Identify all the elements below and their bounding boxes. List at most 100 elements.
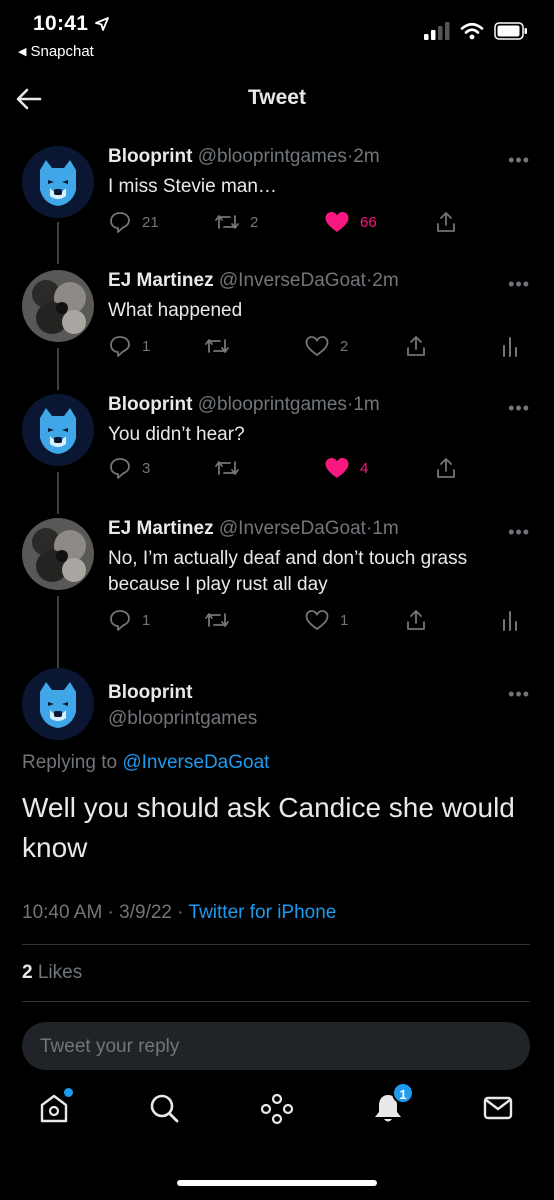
like-button[interactable]: 66	[324, 210, 377, 234]
tweet-text: What happened	[108, 300, 243, 321]
tweet-time: 1m	[353, 394, 380, 415]
status-time: 10:41	[33, 12, 110, 36]
tab-home[interactable]	[36, 1088, 76, 1130]
retweet-button[interactable]: 2	[214, 210, 258, 234]
wifi-icon	[460, 22, 484, 40]
thread-tweet[interactable]: Blooprint @blooprintgames·1m ••• You did…	[0, 394, 554, 494]
display-name[interactable]: EJ Martinez	[108, 270, 214, 291]
analytics-bars-icon	[503, 337, 517, 357]
retweet-button[interactable]	[204, 608, 230, 632]
display-name[interactable]: Blooprint	[108, 394, 192, 415]
avatar[interactable]	[22, 270, 94, 342]
user-handle[interactable]: @blooprintgames	[198, 146, 347, 167]
tweet-byline: Blooprint @blooprintgames·2m	[108, 146, 380, 168]
heart-outline-icon	[305, 610, 329, 631]
more-options-icon[interactable]: •••	[508, 274, 530, 295]
divider	[22, 944, 530, 945]
notification-badge: 1	[392, 1082, 414, 1104]
tweet-byline: Blooprint @blooprintgames·1m	[108, 394, 380, 416]
more-options-icon[interactable]: •••	[508, 684, 530, 705]
tweet-source-link[interactable]: Twitter for iPhone	[189, 902, 337, 923]
more-options-icon[interactable]: •••	[508, 150, 530, 171]
reply-bubble-icon	[110, 336, 130, 357]
retweet-button[interactable]	[214, 456, 240, 480]
main-display-name[interactable]: Blooprint	[108, 682, 192, 704]
retweet-count: 2	[250, 213, 259, 231]
tweet-text: I miss Stevie man…	[108, 176, 277, 197]
home-indicator[interactable]	[177, 1180, 377, 1186]
main-tweet-meta: 10:40 AM · 3/9/22 · Twitter for iPhone	[22, 902, 336, 924]
like-count: 2	[340, 337, 349, 355]
back-to-app-link[interactable]: ◀ Snapchat	[18, 43, 94, 60]
analytics-button[interactable]	[500, 608, 520, 632]
thread-tweet[interactable]: EJ Martinez @InverseDaGoat·2m ••• What h…	[0, 270, 554, 370]
thread-tweet[interactable]: EJ Martinez @InverseDaGoat·1m ••• No, I’…	[0, 518, 554, 638]
share-button[interactable]	[434, 210, 458, 234]
likes-summary[interactable]: 2 Likes	[22, 962, 82, 984]
retweet-button[interactable]	[204, 334, 230, 358]
tweet-time: 2m	[372, 270, 399, 291]
like-button[interactable]: 4	[324, 456, 368, 480]
tweet-actions: 1 1	[108, 608, 528, 636]
share-icon	[437, 458, 455, 478]
avatar[interactable]	[22, 146, 94, 218]
user-handle[interactable]: @InverseDaGoat	[219, 270, 366, 291]
analytics-button[interactable]	[500, 334, 520, 358]
tab-search[interactable]	[146, 1090, 186, 1130]
tweet-reply-input[interactable]: Tweet your reply	[22, 1022, 530, 1070]
like-count: 66	[360, 213, 377, 231]
display-name[interactable]: Blooprint	[108, 146, 192, 167]
tweet-time: 2m	[353, 146, 380, 167]
battery-icon	[494, 22, 527, 40]
like-count: 4	[360, 459, 369, 477]
divider	[22, 1001, 530, 1002]
retweet-icon	[215, 215, 239, 229]
share-button[interactable]	[404, 334, 428, 358]
thread-tweet[interactable]: Blooprint @blooprintgames·2m ••• I miss …	[0, 146, 554, 246]
tab-notifications[interactable]: 1	[370, 1082, 414, 1130]
tweet-actions: 21 2 66	[108, 210, 528, 238]
spaces-icon	[260, 1093, 294, 1125]
replying-mention-link[interactable]: @InverseDaGoat	[122, 752, 269, 773]
user-handle[interactable]: @InverseDaGoat	[219, 518, 366, 539]
retweet-icon	[215, 461, 239, 475]
reply-button[interactable]: 1	[108, 608, 150, 632]
reply-bubble-icon	[110, 458, 130, 479]
tab-spaces[interactable]	[258, 1090, 298, 1130]
reply-button[interactable]: 3	[108, 456, 150, 480]
like-button[interactable]: 2	[304, 334, 348, 358]
main-user-handle[interactable]: @blooprintgames	[108, 708, 257, 730]
main-tweet-avatar[interactable]	[22, 668, 94, 740]
tweet-header: Tweet	[0, 72, 554, 124]
heart-filled-icon	[325, 212, 349, 232]
user-handle[interactable]: @blooprintgames	[198, 394, 347, 415]
main-tweet-text: Well you should ask Candice she would kn…	[22, 792, 515, 863]
reply-placeholder: Tweet your reply	[40, 1036, 180, 1057]
new-content-dot	[64, 1088, 73, 1097]
reply-count: 1	[142, 337, 151, 355]
tweet-time: 1m	[372, 518, 399, 539]
reply-count: 21	[142, 213, 159, 231]
heart-filled-icon	[325, 458, 349, 478]
main-timestamp: 10:40 AM · 3/9/22 ·	[22, 902, 189, 923]
reply-count: 3	[142, 459, 151, 477]
tweet-text: You didn’t hear?	[108, 424, 245, 445]
status-bar: 10:41 ◀ Snapchat	[0, 0, 554, 70]
reply-button[interactable]: 21	[108, 210, 159, 234]
avatar[interactable]	[22, 394, 94, 466]
likes-label: Likes	[37, 962, 83, 983]
bottom-tab-bar: 1	[0, 1082, 554, 1150]
share-button[interactable]	[404, 608, 428, 632]
display-name[interactable]: EJ Martinez	[108, 518, 214, 539]
like-button[interactable]: 1	[304, 608, 348, 632]
more-options-icon[interactable]: •••	[508, 398, 530, 419]
avatar[interactable]	[22, 518, 94, 590]
reply-button[interactable]: 1	[108, 334, 150, 358]
mail-icon	[483, 1096, 513, 1120]
reply-bubble-icon	[110, 212, 130, 233]
more-options-icon[interactable]: •••	[508, 522, 530, 543]
replying-to-line: Replying to @InverseDaGoat	[22, 752, 269, 774]
blue-bear-logo-icon	[22, 668, 94, 740]
share-button[interactable]	[434, 456, 458, 480]
tab-messages[interactable]	[480, 1090, 520, 1130]
